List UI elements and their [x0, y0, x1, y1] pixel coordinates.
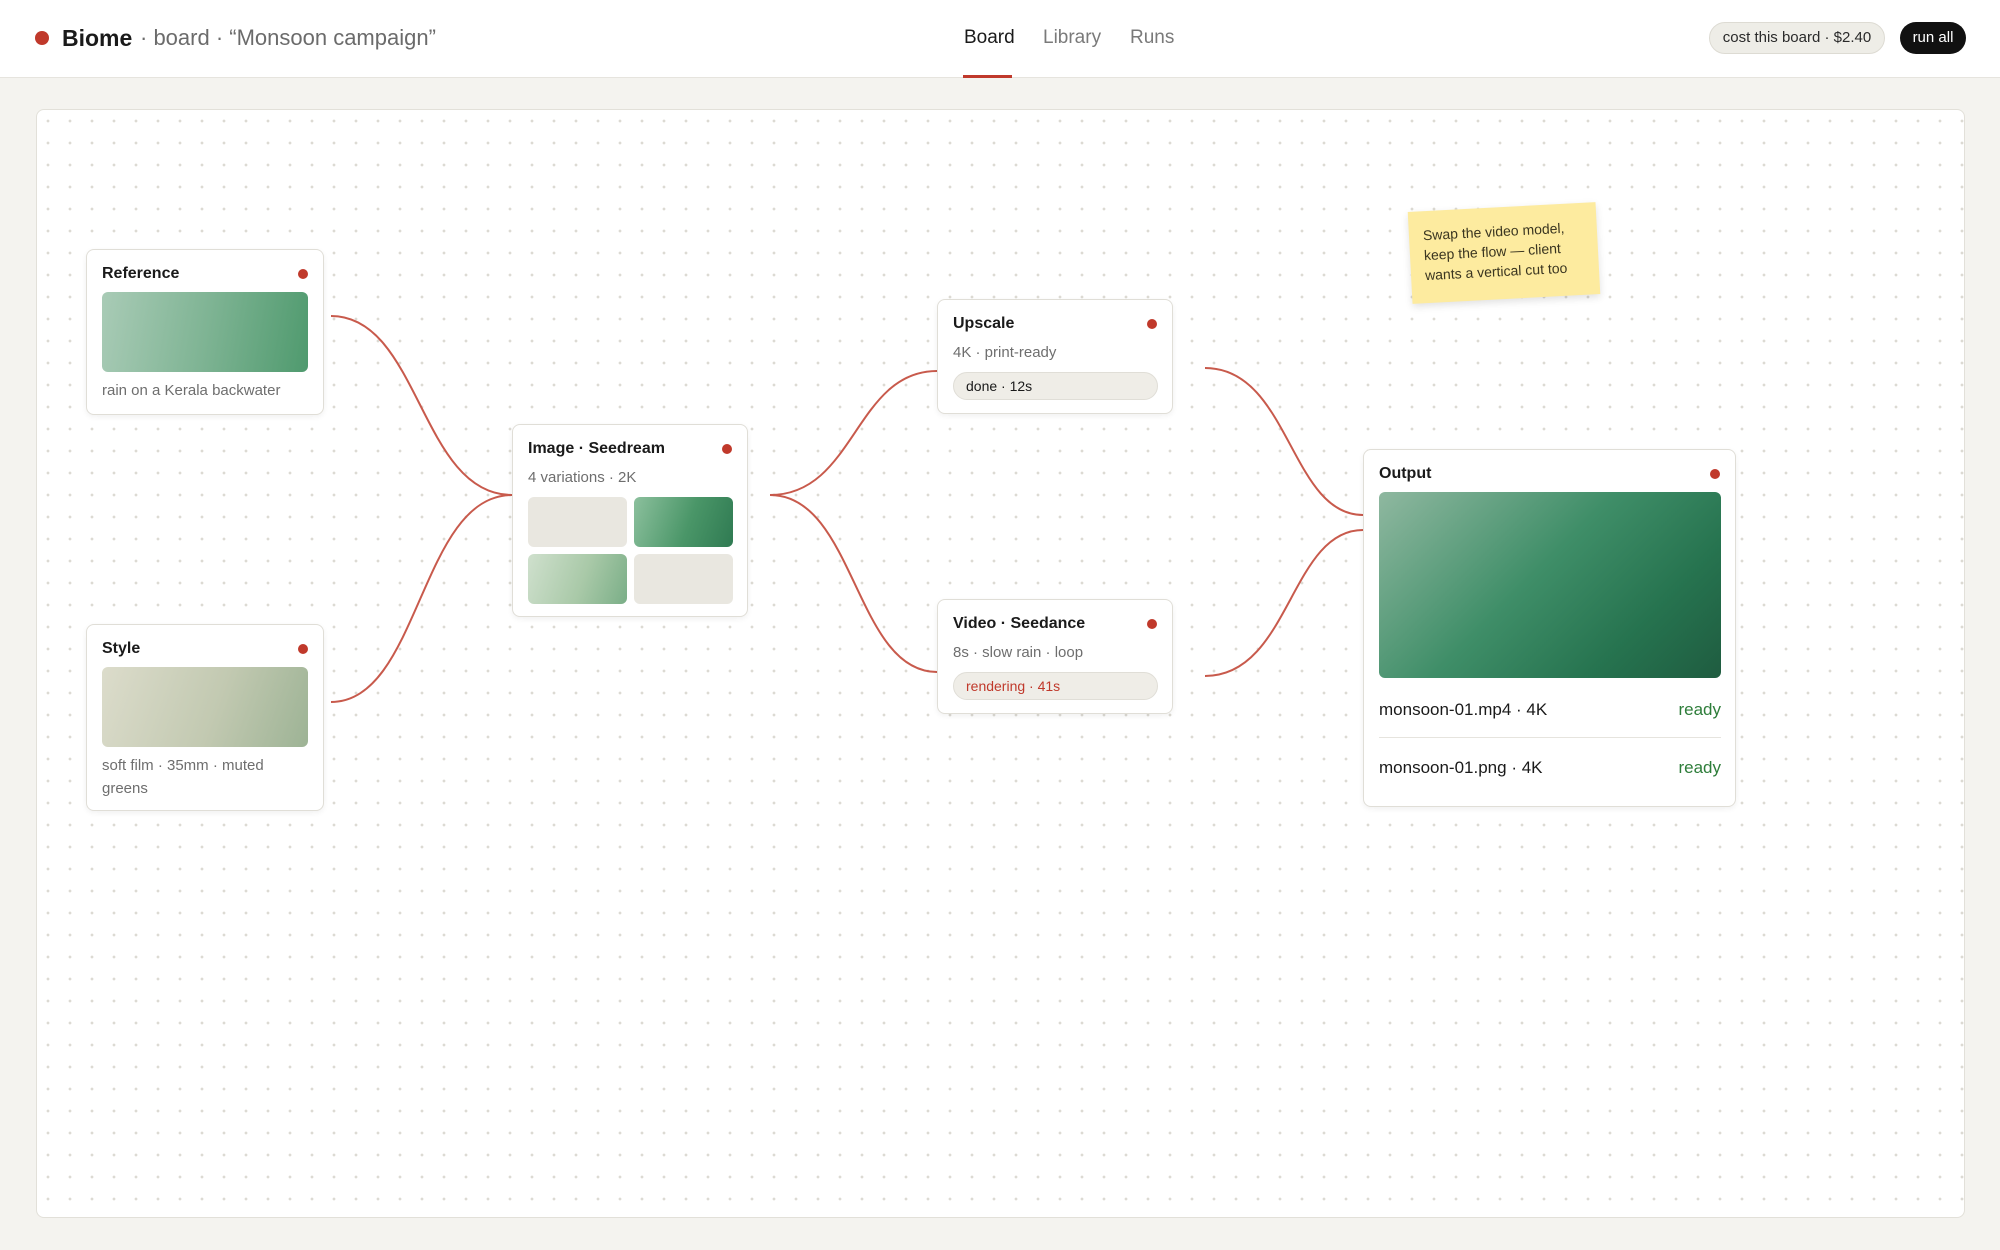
node-caption: rain on a Kerala backwater	[102, 382, 281, 399]
divider	[1379, 737, 1721, 738]
brand-dot-icon	[35, 31, 49, 45]
status-dot-icon	[298, 269, 308, 279]
node-title: Reference	[102, 265, 180, 282]
node-reference[interactable]: Reference rain on a Kerala backwater	[86, 249, 324, 415]
node-upscale[interactable]: Upscale 4K · print-ready done · 12s	[937, 299, 1173, 414]
output-file-row[interactable]: monsoon-01.mp4 · 4K ready	[1379, 684, 1721, 740]
variation-thumbnail[interactable]	[528, 497, 627, 547]
node-title: Image · Seedream	[528, 440, 665, 457]
variation-thumbnail[interactable]	[528, 554, 627, 604]
active-tab-indicator	[963, 75, 1012, 78]
status-dot-icon	[1710, 469, 1720, 479]
file-name: monsoon-01.png · 4K	[1379, 758, 1543, 777]
tab-board[interactable]: Board	[964, 27, 1015, 49]
status-dot-icon	[1147, 319, 1157, 329]
board-cost-badge: cost this board · $2.40	[1709, 22, 1885, 54]
node-title: Output	[1379, 465, 1432, 482]
node-subtitle: 4K · print-ready	[953, 344, 1057, 361]
node-title: Upscale	[953, 315, 1015, 332]
status-dot-icon	[298, 644, 308, 654]
node-title: Video · Seedance	[953, 615, 1086, 632]
node-style[interactable]: Style soft film · 35mm · muted greens	[86, 624, 324, 811]
job-status-badge: done · 12s	[953, 372, 1158, 400]
node-subtitle: 4 variations · 2K	[528, 469, 637, 486]
board-breadcrumb: · board · “Monsoon campaign”	[140, 25, 436, 50]
node-caption: soft film · 35mm · muted greens	[102, 757, 264, 797]
sticky-note-text: Swap the video model, keep the flow — cl…	[1422, 219, 1568, 284]
tab-library[interactable]: Library	[1043, 27, 1101, 49]
sticky-note[interactable]: Swap the video model, keep the flow — cl…	[1407, 202, 1601, 304]
node-title: Style	[102, 640, 141, 657]
app-name[interactable]: Biome	[62, 25, 132, 52]
node-video-seedance[interactable]: Video · Seedance 8s · slow rain · loop r…	[937, 599, 1173, 714]
node-output[interactable]: Output monsoon-01.mp4 · 4K ready monsoon…	[1363, 449, 1736, 807]
file-status: ready	[1678, 700, 1721, 719]
reference-image-thumbnail[interactable]	[102, 292, 308, 372]
status-dot-icon	[1147, 619, 1157, 629]
output-preview-image[interactable]	[1379, 492, 1721, 678]
file-name: monsoon-01.mp4 · 4K	[1379, 700, 1548, 719]
output-file-row[interactable]: monsoon-01.png · 4K ready	[1379, 742, 1721, 798]
top-bar: Biome · board · “Monsoon campaign” Board…	[0, 0, 2000, 78]
job-status-badge: rendering · 41s	[953, 672, 1158, 700]
file-status: ready	[1678, 758, 1721, 777]
variation-thumbnail[interactable]	[634, 554, 733, 604]
tab-runs[interactable]: Runs	[1130, 27, 1174, 49]
style-image-thumbnail[interactable]	[102, 667, 308, 747]
variation-thumbnail[interactable]	[634, 497, 733, 547]
node-subtitle: 8s · slow rain · loop	[953, 644, 1084, 661]
run-all-button[interactable]: run all	[1900, 22, 1966, 54]
node-image-seedream[interactable]: Image · Seedream 4 variations · 2K	[512, 424, 748, 617]
status-dot-icon	[722, 444, 732, 454]
